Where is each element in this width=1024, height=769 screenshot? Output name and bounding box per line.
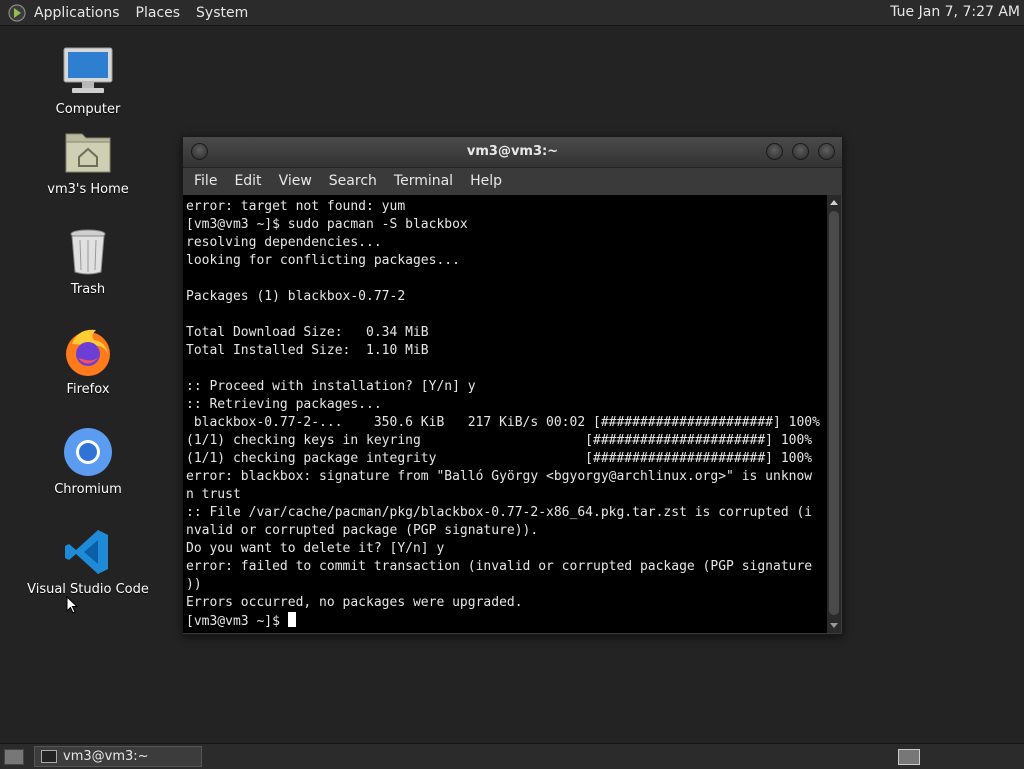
mouse-pointer-icon xyxy=(66,596,78,614)
minimize-button[interactable] xyxy=(766,143,783,160)
terminal-line: )) xyxy=(186,577,202,592)
terminal-line: [vm3@vm3 ~]$ sudo pacman -S blackbox xyxy=(186,217,468,232)
terminal-line: :: File /var/cache/pacman/pkg/blackbox-0… xyxy=(186,505,813,520)
desktop-icon-vscode[interactable]: Visual Studio Code xyxy=(18,524,158,597)
top-panel: Applications Places System Tue Jan 7, 7:… xyxy=(0,0,1024,26)
workspace-switcher[interactable] xyxy=(898,749,920,765)
maximize-button[interactable] xyxy=(792,143,809,160)
terminal-line: n trust xyxy=(186,487,241,502)
home-folder-icon xyxy=(65,133,111,173)
terminal-line: error: blackbox: signature from "Balló G… xyxy=(186,469,813,484)
applications-menu[interactable]: Applications xyxy=(34,5,120,21)
desktop-icon-home[interactable]: vm3's Home xyxy=(18,124,158,197)
terminal-line: Errors occurred, no packages were upgrad… xyxy=(186,595,523,610)
terminal-line: Do you want to delete it? [Y/n] y xyxy=(186,541,445,556)
scrollbar-thumb[interactable] xyxy=(829,211,839,615)
desktop-icon-chromium[interactable]: Chromium xyxy=(18,424,158,497)
computer-icon xyxy=(63,47,113,93)
window-titlebar[interactable]: vm3@vm3:~ xyxy=(183,137,842,168)
show-desktop-icon[interactable] xyxy=(4,749,24,765)
menu-help[interactable]: Help xyxy=(470,173,502,189)
taskbar-item-terminal[interactable]: vm3@vm3:~ xyxy=(34,746,202,767)
taskbar-item-label: vm3@vm3:~ xyxy=(63,749,149,764)
menu-file[interactable]: File xyxy=(194,173,217,189)
terminal-line: resolving dependencies... xyxy=(186,235,382,250)
terminal-line: Total Download Size: 0.34 MiB xyxy=(186,325,429,340)
window-title: vm3@vm3:~ xyxy=(466,144,559,159)
terminal-line: (1/1) checking keys in keyring [########… xyxy=(186,433,813,448)
terminal-line: :: Retrieving packages... xyxy=(186,397,382,412)
applications-menu-icon[interactable] xyxy=(8,3,26,22)
terminal-line: (1/1) checking package integrity [######… xyxy=(186,451,813,466)
scroll-down-icon[interactable] xyxy=(830,623,838,628)
system-menu[interactable]: System xyxy=(196,5,248,21)
clock[interactable]: Tue Jan 7, 7:27 AM xyxy=(890,4,1020,20)
desktop-icon-firefox[interactable]: Firefox xyxy=(18,324,158,397)
terminal-line: nvalid or corrupted package (PGP signatu… xyxy=(186,523,539,538)
desktop-icon-label: Computer xyxy=(55,102,121,117)
terminal-line: Packages (1) blackbox-0.77-2 xyxy=(186,289,406,304)
terminal-line: looking for conflicting packages... xyxy=(186,253,460,268)
desktop-icon-label: Firefox xyxy=(66,382,110,397)
desktop-icon-label: Visual Studio Code xyxy=(27,582,149,597)
desktop-icon-trash[interactable]: Trash xyxy=(18,224,158,297)
menu-edit[interactable]: Edit xyxy=(234,173,261,189)
chromium-icon xyxy=(64,428,112,476)
close-button[interactable] xyxy=(818,143,835,160)
terminal-window[interactable]: vm3@vm3:~ File Edit View Search Terminal… xyxy=(182,136,843,635)
menu-view[interactable]: View xyxy=(279,173,312,189)
desktop-icon-label: Chromium xyxy=(54,482,122,497)
terminal-line: error: target not found: yum xyxy=(186,199,406,214)
trash-icon xyxy=(70,229,106,275)
firefox-icon xyxy=(66,329,110,376)
bottom-panel: vm3@vm3:~ xyxy=(0,743,1024,769)
vscode-icon xyxy=(65,530,108,574)
terminal-icon xyxy=(41,750,57,763)
menu-search[interactable]: Search xyxy=(329,173,377,189)
terminal-line: Total Installed Size: 1.10 MiB xyxy=(186,343,429,358)
terminal-prompt: [vm3@vm3 ~]$ xyxy=(186,614,288,629)
terminal-text: error: target not found: yum [vm3@vm3 ~]… xyxy=(183,195,827,631)
terminal-scrollbar[interactable] xyxy=(827,195,841,633)
places-menu[interactable]: Places xyxy=(136,5,181,21)
terminal-menubar: File Edit View Search Terminal Help xyxy=(183,168,842,194)
terminal-line: error: failed to commit transaction (inv… xyxy=(186,559,813,574)
terminal-output[interactable]: error: target not found: yum [vm3@vm3 ~]… xyxy=(183,195,827,633)
desktop-icon-computer[interactable]: Computer xyxy=(18,44,158,117)
terminal-line: blackbox-0.77-2-... 350.6 KiB 217 KiB/s … xyxy=(193,415,820,430)
desktop-icon-label: Trash xyxy=(70,282,106,297)
scroll-up-icon[interactable] xyxy=(830,200,838,205)
terminal-line: :: Proceed with installation? [Y/n] y xyxy=(186,379,476,394)
menu-terminal[interactable]: Terminal xyxy=(394,173,453,189)
terminal-cursor xyxy=(287,612,296,627)
desktop-icon-label: vm3's Home xyxy=(47,182,129,197)
